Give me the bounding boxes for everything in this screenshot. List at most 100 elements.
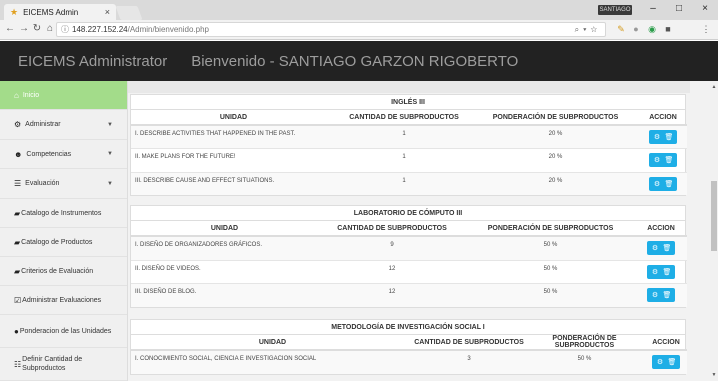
forward-arrow-icon[interactable]: →: [18, 23, 30, 34]
table-row: II. MAKE PLANS FOR THE FUTURE! 1 20 % ⚙ 🗑: [131, 147, 687, 172]
column-header: ACCION: [635, 221, 687, 237]
users-icon: ☻: [14, 149, 23, 159]
extension-circle-icon[interactable]: ◉: [646, 24, 658, 35]
file-icon: ▰: [14, 266, 21, 276]
table-row: I. CONOCIMIENTO SOCIAL, CIENCIA E INVEST…: [131, 349, 687, 374]
edit-gear-icon[interactable]: ⚙: [649, 244, 661, 252]
content-top-strip: [128, 81, 690, 93]
sidebar-item-evaluacion[interactable]: ☰ Evaluación ▼: [0, 169, 127, 199]
delete-trash-icon[interactable]: 🗑: [661, 244, 673, 252]
column-header: PONDERACIÓN DE SUBPRODUCTOS: [466, 221, 635, 237]
edit-icon: ☑: [14, 295, 22, 305]
column-header: UNIDAD: [131, 221, 318, 237]
reload-icon[interactable]: ↻: [31, 23, 43, 34]
app-navbar: EICEMS Administrator Bienvenido - SANTIA…: [0, 41, 718, 81]
delete-trash-icon[interactable]: 🗑: [663, 133, 675, 141]
extension-pencil-icon[interactable]: ✎: [615, 24, 627, 35]
edit-gear-icon[interactable]: ⚙: [651, 156, 663, 164]
sidebar-item-definir-cantidad[interactable]: ☷ Definir Cantidad de Subproductos: [0, 348, 127, 381]
column-header: CANTIDAD DE SUBPRODUCTOS: [414, 335, 524, 351]
browser-tab[interactable]: ★ EICEMS Admin ×: [4, 4, 116, 20]
tab-close-icon[interactable]: ×: [105, 7, 110, 17]
sidebar-item-catalogo-productos[interactable]: ▰ Catalogo de Productos: [0, 228, 127, 257]
page-scrollbar[interactable]: ▲ ▼: [710, 81, 718, 381]
action-buttons: ⚙ 🗑: [649, 176, 677, 191]
edit-gear-icon[interactable]: ⚙: [651, 133, 663, 141]
scroll-up-icon[interactable]: ▲: [710, 84, 718, 90]
column-header: PONDERACIÓN DE SUBPRODUCTOS: [472, 110, 639, 126]
tab-title: EICEMS Admin: [23, 7, 79, 17]
subject-table-metodologia: METODOLOGÍA DE INVESTIGACIÓN SOCIAL I UN…: [130, 319, 687, 375]
action-buttons: ⚙ 🗑: [647, 264, 675, 279]
sidebar-item-catalogo-instrumentos[interactable]: ▰ Catalogo de Instrumentos: [0, 199, 127, 228]
table-title: INGLÉS III: [131, 95, 685, 110]
bookmark-star-icon[interactable]: ☆: [590, 25, 601, 34]
extension-square-icon[interactable]: ■: [662, 24, 674, 34]
sidebar-item-administrar-evaluaciones[interactable]: ☑ Administrar Evaluaciones: [0, 286, 127, 315]
caret-down-icon: ▼: [107, 180, 113, 187]
omnibox-actions: ⌕▾☆: [575, 23, 601, 36]
maximize-button[interactable]: □: [672, 3, 686, 14]
address-toolbar: ← → ↻ ⌂ ⓘ 148.227.152.24/Admin/bienvenido…: [0, 20, 718, 40]
delete-trash-icon[interactable]: 🗑: [666, 358, 678, 366]
delete-trash-icon[interactable]: 🗑: [663, 156, 675, 164]
action-buttons: ⚙ 🗑: [647, 287, 675, 302]
url-input[interactable]: ⓘ 148.227.152.24/Admin/bienvenido.php ⌕▾☆: [56, 22, 606, 37]
sidebar-item-competencias[interactable]: ☻ Competencias ▼: [0, 140, 127, 169]
sidebar-item-criterios[interactable]: ▰ Criterios de Evaluación: [0, 257, 127, 286]
sidebar: ⌂ Inicio ⚙ Administrar ▼ ☻ Competencias …: [0, 81, 128, 381]
home-icon[interactable]: ⌂: [44, 23, 56, 34]
brand-title[interactable]: EICEMS Administrator: [18, 53, 167, 70]
list-icon: ☰: [14, 179, 22, 188]
file-icon: ▰: [14, 237, 21, 247]
column-header: PONDERACIÓN DE SUBPRODUCTOS: [524, 335, 645, 351]
gear-icon: ⚙: [14, 120, 22, 129]
zoom-icon[interactable]: ⌕: [575, 25, 583, 34]
delete-trash-icon[interactable]: 🗑: [661, 268, 673, 276]
profile-badge[interactable]: SANTIAGO: [598, 5, 632, 15]
subject-table-ingles: INGLÉS III UNIDAD CANTIDAD DE SUBPRODUCT…: [130, 94, 687, 196]
caret-down-icon: ▼: [107, 151, 113, 157]
edit-gear-icon[interactable]: ⚙: [649, 291, 661, 299]
table-title: METODOLOGÍA DE INVESTIGACIÓN SOCIAL I: [131, 320, 685, 335]
browser-menu-icon[interactable]: ⋮: [700, 24, 712, 35]
url-path: /Admin/bienvenido.php: [127, 25, 209, 34]
new-tab-button[interactable]: [115, 6, 143, 20]
edit-gear-icon[interactable]: ⚙: [649, 268, 661, 276]
action-buttons: ⚙ 🗑: [649, 130, 677, 144]
back-arrow-icon[interactable]: ←: [4, 23, 16, 34]
delete-trash-icon[interactable]: 🗑: [661, 291, 673, 299]
table-row: II. DISEÑO DE VIDEOS. 12 50 % ⚙ 🗑: [131, 259, 687, 283]
sidebar-item-inicio[interactable]: ⌂ Inicio: [0, 81, 127, 110]
column-header: UNIDAD: [131, 110, 336, 126]
minimize-button[interactable]: –: [646, 3, 660, 14]
action-buttons: ⚙ 🗑: [652, 355, 680, 369]
list-icon: ☷: [14, 359, 22, 369]
column-header: CANTIDAD DE SUBPRODUCTOS: [318, 221, 466, 237]
table-title: LABORATORIO DE CÓMPUTO III: [131, 206, 685, 221]
column-header: ACCION: [639, 110, 687, 126]
file-icon: ▰: [14, 208, 21, 218]
sidebar-item-ponderacion[interactable]: ● Ponderacion de las Unidades: [0, 315, 127, 348]
table-row: III. DISEÑO DE BLOG. 12 50 % ⚙ 🗑: [131, 282, 687, 307]
scroll-down-icon[interactable]: ▼: [710, 372, 718, 378]
edit-gear-icon[interactable]: ⚙: [651, 180, 663, 188]
main-content: INGLÉS III UNIDAD CANTIDAD DE SUBPRODUCT…: [128, 81, 710, 381]
site-info-icon[interactable]: ⓘ: [61, 25, 69, 34]
table-row: III. DESCRIBE CAUSE AND EFFECT SITUATION…: [131, 171, 687, 195]
column-header: ACCION: [645, 335, 687, 351]
table-row: I. DESCRIBE ACTIVITIES THAT HAPPENED IN …: [131, 124, 687, 148]
circle-icon: ●: [14, 326, 19, 336]
scroll-thumb[interactable]: [711, 181, 717, 251]
action-buttons: ⚙ 🗑: [647, 241, 675, 255]
favicon-icon: ★: [10, 6, 19, 17]
welcome-text: Bienvenido - SANTIAGO GARZON RIGOBERTO: [191, 52, 519, 70]
close-window-button[interactable]: ×: [698, 3, 712, 14]
edit-gear-icon[interactable]: ⚙: [654, 358, 666, 366]
action-buttons: ⚙ 🗑: [649, 152, 677, 167]
subject-table-laboratorio: LABORATORIO DE CÓMPUTO III UNIDAD CANTID…: [130, 205, 687, 308]
extension-drop-icon[interactable]: ●: [630, 24, 642, 34]
delete-trash-icon[interactable]: 🗑: [663, 180, 675, 188]
caret-down-icon: ▼: [107, 121, 113, 128]
sidebar-item-administrar[interactable]: ⚙ Administrar ▼: [0, 110, 127, 140]
